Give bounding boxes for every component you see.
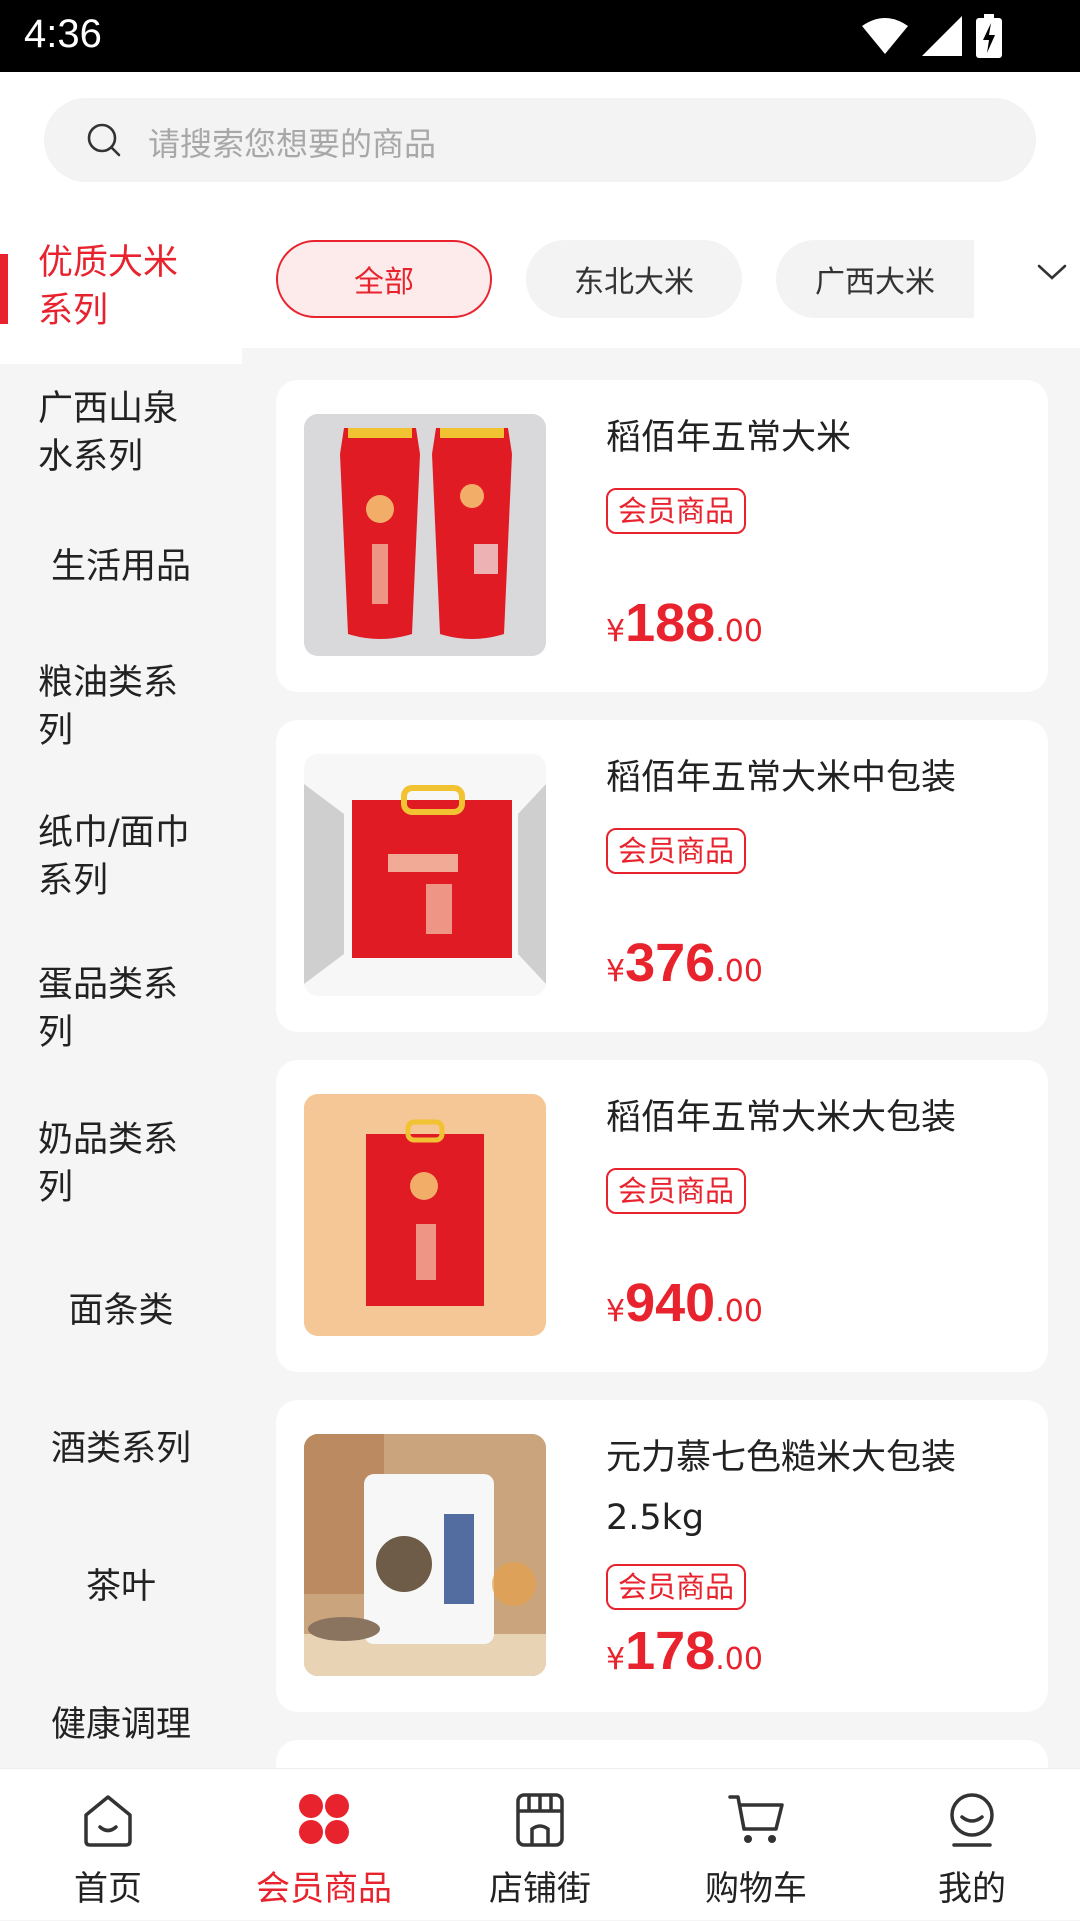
bottom-navigation: 首页 会员商品 店铺街 购物车 我的 <box>0 1768 1080 1920</box>
product-title: 元力慕七色糙米大包装2.5kg <box>606 1438 957 1538</box>
sidebar-item-label: 广西山泉水系列 <box>38 389 179 477</box>
chip-all[interactable]: 全部 <box>276 240 492 318</box>
price-integer: 940 <box>625 1273 716 1333</box>
product-card[interactable]: 稻佰年五常大米大包装 会员商品 ¥940.00 <box>276 1060 1048 1372</box>
search-input[interactable]: 请搜索您想要的商品 <box>44 98 1036 182</box>
product-panel: 全部 东北大米 广西大米 稻佰年五常大米 会员商品 ¥188.00 稻佰年五常大… <box>242 210 1080 1768</box>
member-badge: 会员商品 <box>606 488 747 534</box>
wifi-icon <box>862 18 908 54</box>
member-badge: 会员商品 <box>606 828 747 874</box>
sidebar-item-label: 健康调理 <box>50 1705 191 1745</box>
status-bar: 4:36 <box>0 0 1080 72</box>
status-time: 4:36 <box>24 12 102 56</box>
sidebar-item-tea[interactable]: 茶叶 <box>0 1518 242 1656</box>
sidebar-item-dairy[interactable]: 奶品类系列 <box>0 1086 242 1242</box>
member-goods-icon <box>299 1794 349 1844</box>
price-currency: ¥ <box>606 1642 626 1677</box>
product-price: ¥188.00 <box>606 592 763 654</box>
battery-icon <box>976 14 1002 58</box>
product-image[interactable] <box>304 754 546 996</box>
nav-label: 首页 <box>74 1869 142 1909</box>
chip-northeast-rice[interactable]: 东北大米 <box>526 240 742 318</box>
store-icon <box>516 1793 564 1847</box>
sidebar-item-label: 酒类系列 <box>50 1429 191 1469</box>
sidebar-item-noodles[interactable]: 面条类 <box>0 1242 242 1380</box>
product-card[interactable] <box>276 1740 1048 1768</box>
nav-profile[interactable]: 我的 <box>864 1769 1080 1921</box>
product-title: 稻佰年五常大米 <box>606 418 852 458</box>
signal-icon <box>922 16 962 56</box>
sidebar-item-grain-oil[interactable]: 粮油类系列 <box>0 632 242 782</box>
sidebar-item-label: 粮油类系列 <box>38 663 179 751</box>
sidebar-item-eggs[interactable]: 蛋品类系列 <box>0 932 242 1086</box>
chip-label: 东北大米 <box>574 265 694 300</box>
search-icon <box>87 123 121 157</box>
product-price: ¥376.00 <box>606 932 763 994</box>
sidebar-item-label: 蛋品类系列 <box>38 965 179 1053</box>
sidebar-item-daily-goods[interactable]: 生活用品 <box>0 502 242 632</box>
product-card[interactable]: 元力慕七色糙米大包装2.5kg 会员商品 ¥178.00 <box>276 1400 1048 1712</box>
price-currency: ¥ <box>606 1294 626 1329</box>
cart-icon <box>728 1795 784 1843</box>
product-card[interactable]: 稻佰年五常大米 会员商品 ¥188.00 <box>276 380 1048 692</box>
chip-guangxi-rice[interactable]: 广西大米 <box>776 240 974 318</box>
sidebar-item-spring-water[interactable]: 广西山泉水系列 <box>0 364 242 502</box>
price-integer: 178 <box>625 1621 716 1681</box>
product-card[interactable]: 稻佰年五常大米中包装 会员商品 ¥376.00 <box>276 720 1048 1032</box>
product-price: ¥178.00 <box>606 1620 763 1682</box>
status-icons <box>862 14 1002 58</box>
price-decimal: .00 <box>715 614 763 649</box>
nav-label: 会员商品 <box>256 1869 392 1909</box>
home-icon <box>84 1795 132 1847</box>
sidebar-item-rice[interactable]: 优质大米系列 <box>0 210 242 364</box>
nav-store-street[interactable]: 店铺街 <box>432 1769 648 1921</box>
sidebar-item-liquor[interactable]: 酒类系列 <box>0 1380 242 1518</box>
search-placeholder: 请搜索您想要的商品 <box>148 125 437 163</box>
chip-label: 广西大米 <box>815 265 935 300</box>
sidebar-item-health[interactable]: 健康调理 <box>0 1656 242 1768</box>
price-decimal: .00 <box>715 954 763 989</box>
sidebar-item-tissue[interactable]: 纸巾/面巾系列 <box>0 782 242 932</box>
sidebar-item-label: 优质大米系列 <box>38 243 179 331</box>
profile-icon <box>950 1793 994 1847</box>
chevron-down-icon[interactable] <box>1036 262 1068 282</box>
sidebar-item-label: 面条类 <box>68 1291 174 1331</box>
chip-label: 全部 <box>354 265 414 300</box>
price-decimal: .00 <box>715 1294 763 1329</box>
product-image[interactable] <box>304 1094 546 1336</box>
sidebar-item-label: 奶品类系列 <box>38 1120 179 1208</box>
product-image[interactable] <box>304 414 546 656</box>
product-title: 稻佰年五常大米中包装 <box>606 758 957 798</box>
product-title: 稻佰年五常大米大包装 <box>606 1098 957 1138</box>
search-header: 请搜索您想要的商品 <box>0 72 1080 210</box>
sidebar-item-label: 生活用品 <box>50 547 191 587</box>
nav-cart[interactable]: 购物车 <box>648 1769 864 1921</box>
category-sidebar: 优质大米系列 广西山泉水系列 生活用品 粮油类系列 纸巾/面巾系列 蛋品类系列 … <box>0 210 242 1768</box>
product-image[interactable] <box>304 1434 546 1676</box>
member-badge: 会员商品 <box>606 1564 747 1610</box>
nav-member-goods[interactable]: 会员商品 <box>216 1769 432 1921</box>
sidebar-item-label: 茶叶 <box>85 1567 156 1607</box>
price-decimal: .00 <box>715 1642 763 1677</box>
nav-label: 店铺街 <box>489 1869 591 1909</box>
member-badge: 会员商品 <box>606 1168 747 1214</box>
price-integer: 376 <box>625 933 716 993</box>
product-price: ¥940.00 <box>606 1272 763 1334</box>
price-integer: 188 <box>625 593 716 653</box>
nav-home[interactable]: 首页 <box>0 1769 216 1921</box>
nav-label: 我的 <box>938 1869 1006 1909</box>
nav-label: 购物车 <box>705 1869 807 1909</box>
filter-chips: 全部 东北大米 广西大米 <box>242 210 1080 348</box>
price-currency: ¥ <box>606 954 626 989</box>
price-currency: ¥ <box>606 614 626 649</box>
sidebar-item-label: 纸巾/面巾系列 <box>38 813 190 901</box>
